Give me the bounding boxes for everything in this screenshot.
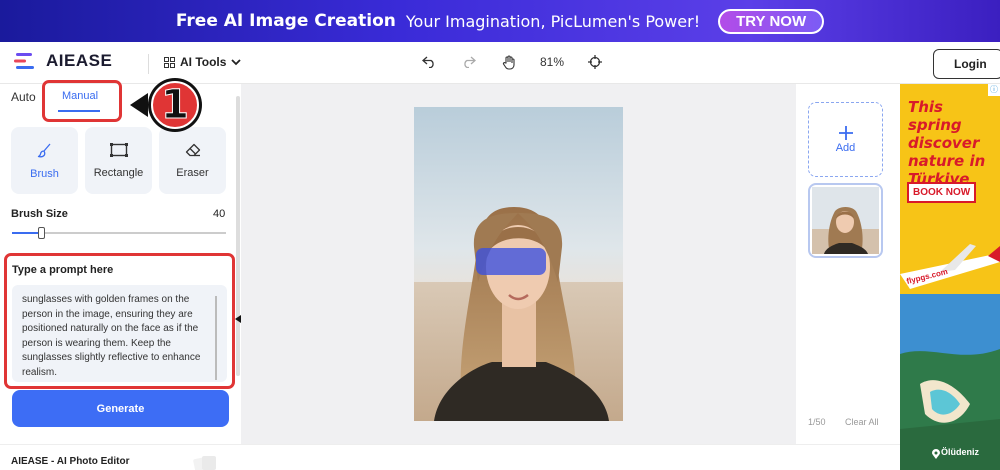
ai-tools-menu[interactable]: AI Tools	[164, 55, 242, 69]
tool-brush-label: Brush	[30, 167, 59, 180]
annotation-highlight-manual	[42, 80, 122, 122]
prompt-label: Type a prompt here	[12, 264, 114, 276]
grid-icon	[164, 56, 175, 68]
mask-overlay	[476, 248, 546, 275]
generate-button[interactable]: Generate	[12, 390, 229, 427]
ad-airplane-landscape-image	[900, 234, 1000, 470]
brush-size-label: Brush Size	[11, 208, 68, 220]
ad-location-label: Ölüdeniz	[941, 447, 979, 457]
header-divider	[148, 54, 149, 74]
banner-headline: Free AI Image Creation	[175, 11, 396, 31]
plus-icon	[838, 125, 853, 140]
brush-size-slider-fill	[12, 232, 40, 234]
ad-book-now-button[interactable]: BOOK NOW	[907, 182, 977, 203]
undo-icon[interactable]	[420, 53, 438, 71]
add-label: Add	[835, 141, 856, 154]
ai-tools-label: AI Tools	[180, 55, 227, 69]
banner-tagline: Your Imagination, PicLumen's Power!	[405, 11, 701, 31]
logo-text: AIEASE	[46, 51, 113, 70]
eraser-icon	[185, 143, 200, 156]
ad-headline: This spring discover nature in Türkiye	[908, 98, 986, 188]
brush-size-value: 40	[213, 208, 226, 220]
logo-icon	[14, 53, 34, 69]
zoom-level[interactable]: 81%	[540, 55, 564, 69]
add-image-button[interactable]: Add	[808, 102, 883, 177]
footer-divider	[0, 444, 900, 445]
crosshair-icon[interactable]	[586, 53, 604, 71]
promo-banner[interactable]: Free AI Image Creation Your Imagination,…	[0, 0, 1000, 42]
logo[interactable]: AIEASE	[12, 51, 112, 71]
tab-auto[interactable]: Auto	[11, 90, 36, 104]
tool-eraser-label: Eraser	[176, 166, 209, 179]
hand-pan-icon[interactable]	[500, 53, 518, 71]
tool-rectangle-label: Rectangle	[93, 166, 144, 179]
image-thumbnail[interactable]	[808, 183, 883, 258]
brush-icon	[37, 143, 50, 157]
advertisement[interactable]: This spring discover nature in Türkiye B…	[900, 84, 1000, 470]
prompt-textarea[interactable]: sunglasses with golden frames on the per…	[12, 285, 227, 382]
clear-all-button[interactable]: Clear All	[845, 417, 879, 427]
prompt-scrollbar[interactable]	[215, 296, 217, 380]
ad-choices-icon[interactable]: ⓘ	[988, 84, 1000, 96]
canvas-toolbar: 81%	[420, 53, 604, 71]
redo-icon[interactable]	[460, 53, 478, 71]
tool-rectangle[interactable]: Rectangle	[85, 127, 152, 194]
footer-title: AIEASE - AI Photo Editor	[11, 456, 130, 467]
chevron-down-icon	[231, 58, 242, 65]
location-pin-icon	[932, 449, 940, 459]
image-count: 1/50	[808, 417, 826, 427]
step-1-badge-number: 1	[161, 82, 190, 129]
login-button[interactable]: Login	[933, 49, 1000, 79]
rectangle-icon	[109, 142, 128, 157]
edited-photo[interactable]	[414, 107, 623, 421]
tool-eraser[interactable]: Eraser	[159, 127, 226, 194]
footer-decoration-icon	[193, 456, 216, 470]
brush-size-slider-handle[interactable]	[38, 227, 45, 239]
tool-brush[interactable]: Brush	[11, 127, 78, 194]
try-now-button[interactable]: TRY NOW	[718, 8, 825, 34]
